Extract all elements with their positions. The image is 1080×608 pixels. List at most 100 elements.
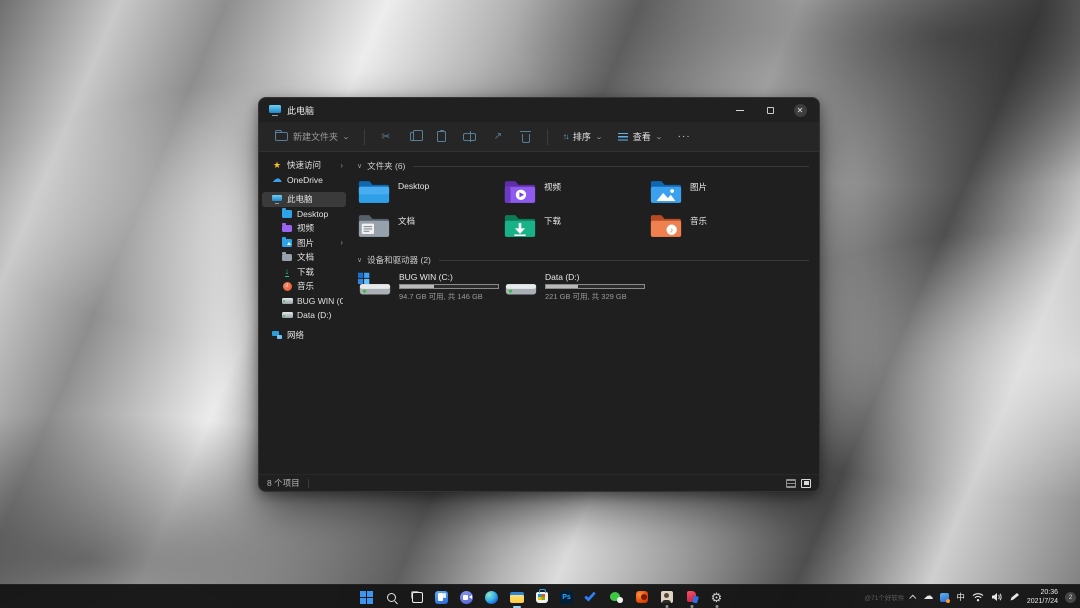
wechat-button[interactable] — [604, 585, 629, 608]
chat-button[interactable] — [454, 585, 479, 608]
sidebar-item-desktop[interactable]: Desktop — [262, 207, 346, 222]
copy-button[interactable] — [402, 127, 426, 147]
teams-chat-icon — [460, 591, 473, 604]
window-titlebar[interactable]: 此电脑 ✕ — [259, 98, 819, 122]
chevron-down-icon: ∨ — [357, 162, 362, 170]
drive-tile-d[interactable]: Data (D:) 221 GB 可用, 共 329 GB — [503, 272, 649, 302]
minimize-button[interactable] — [725, 100, 755, 120]
documents-folder-icon — [357, 212, 391, 239]
cloud-icon[interactable]: ☁ — [923, 592, 933, 602]
wechat-icon — [610, 592, 623, 603]
chevron-icon[interactable]: › — [340, 238, 343, 247]
sidebar-item-onedrive[interactable]: ☁ OneDrive — [262, 173, 346, 188]
svg-text:♪: ♪ — [670, 225, 674, 234]
folders-section-header[interactable]: ∨ 文件夹 (6) — [357, 160, 809, 172]
ime-indicator[interactable]: 中 — [956, 591, 965, 603]
view-button[interactable]: 查看 ⌄ — [612, 127, 668, 146]
sidebar-item-pictures[interactable]: 图片 › — [262, 236, 346, 251]
toolbar-divider — [364, 129, 365, 145]
check-icon — [584, 590, 596, 602]
delete-icon — [522, 134, 530, 143]
folder-tile-desktop[interactable]: Desktop — [357, 178, 503, 210]
paste-icon — [437, 131, 446, 142]
start-button[interactable] — [354, 585, 379, 608]
drive-icon — [282, 312, 293, 318]
folder-tile-documents[interactable]: 文档 — [357, 212, 503, 244]
drive-icon — [282, 298, 293, 304]
this-pc-icon — [269, 105, 281, 115]
restore-button[interactable] — [755, 100, 785, 120]
avatar-app-icon — [661, 591, 673, 603]
drives-section-header[interactable]: ∨ 设备和驱动器 (2) — [357, 254, 809, 266]
delete-button[interactable] — [514, 127, 538, 147]
desktop-folder-icon — [357, 178, 391, 205]
tray-time: 20:36 — [1027, 588, 1058, 597]
rename-button[interactable] — [458, 127, 482, 147]
store-button[interactable] — [529, 585, 554, 608]
new-folder-icon — [275, 132, 288, 141]
chevron-down-icon: ⌄ — [655, 133, 663, 141]
folder-tile-pictures[interactable]: 图片 — [649, 178, 795, 210]
new-folder-button[interactable]: 新建文件夹 ⌄ — [269, 127, 355, 146]
close-button[interactable]: ✕ — [785, 100, 815, 120]
settings-button[interactable]: ⚙ — [704, 585, 729, 608]
folder-tile-videos[interactable]: 视频 — [503, 178, 649, 210]
music-folder-icon — [283, 282, 292, 291]
sidebar-item-music[interactable]: 音乐 — [262, 279, 346, 294]
widgets-icon — [435, 591, 448, 604]
task-view-button[interactable] — [404, 585, 429, 608]
file-explorer-icon — [510, 592, 524, 603]
notification-badge[interactable]: 2 — [1065, 592, 1076, 603]
sort-button[interactable]: ↑↓ 排序 ⌄ — [557, 127, 608, 146]
sidebar-item-drive-c[interactable]: BUG WIN (C:) — [262, 294, 346, 309]
sidebar-item-this-pc[interactable]: 此电脑 — [262, 192, 346, 207]
microsoft-store-icon — [536, 592, 548, 603]
sidebar-item-videos[interactable]: 视频 — [262, 221, 346, 236]
explorer-window: 此电脑 ✕ 新建文件夹 ⌄ ✂ ↗ ↑↓ 排序 ⌄ — [258, 97, 820, 492]
items-count: 8 个项目 — [267, 477, 300, 489]
search-button[interactable] — [379, 585, 404, 608]
cut-button[interactable]: ✂ — [374, 127, 398, 147]
windows-start-icon — [360, 591, 373, 604]
check-app-button[interactable] — [579, 585, 604, 608]
chevron-up-icon[interactable] — [910, 594, 917, 601]
downloads-folder-icon — [503, 212, 537, 239]
avatar-app-button[interactable] — [654, 585, 679, 608]
status-divider — [308, 479, 309, 488]
file-explorer-button[interactable] — [504, 585, 529, 608]
clip-app-button[interactable] — [679, 585, 704, 608]
pictures-folder-icon — [282, 239, 292, 247]
sidebar-item-downloads[interactable]: ↓ 下载 — [262, 265, 346, 280]
section-divider-line — [439, 260, 809, 261]
edge-button[interactable] — [479, 585, 504, 608]
wifi-icon[interactable] — [972, 592, 984, 602]
pictures-folder-icon — [649, 178, 683, 205]
sidebar-item-network[interactable]: 网络 — [262, 328, 346, 343]
sidebar-item-quick-access[interactable]: ★ 快速访问 › — [262, 158, 346, 173]
tiles-view-icon[interactable] — [801, 479, 811, 488]
tray-date: 2021/7/24 — [1027, 597, 1058, 606]
details-view-icon[interactable] — [786, 479, 796, 488]
clock[interactable]: 20:36 2021/7/24 — [1027, 588, 1058, 607]
star-icon: ★ — [273, 160, 281, 171]
office-button[interactable] — [629, 585, 654, 608]
sidebar-item-drive-d[interactable]: Data (D:) — [262, 308, 346, 323]
share-button[interactable]: ↗ — [486, 127, 510, 147]
photoshop-button[interactable]: Ps — [554, 585, 579, 608]
office-icon — [636, 591, 648, 603]
paste-button[interactable] — [430, 127, 454, 147]
chevron-icon[interactable]: › — [340, 161, 343, 170]
downloads-folder-icon: ↓ — [285, 267, 290, 277]
view-icon — [618, 133, 628, 141]
sidebar-item-documents[interactable]: 文档 — [262, 250, 346, 265]
volume-icon[interactable] — [991, 592, 1002, 602]
videos-folder-icon — [282, 225, 292, 233]
colors-app-icon[interactable] — [940, 593, 949, 602]
more-options-button[interactable]: ··· — [672, 131, 697, 142]
drive-tile-c[interactable]: BUG WIN (C:) 94.7 GB 可用, 共 146 GB — [357, 272, 503, 302]
onedrive-cloud-icon: ☁ — [272, 175, 282, 185]
folder-tile-music[interactable]: ♪ 音乐 — [649, 212, 795, 244]
widgets-button[interactable] — [429, 585, 454, 608]
folder-tile-downloads[interactable]: 下载 — [503, 212, 649, 244]
pen-icon[interactable] — [1009, 592, 1020, 602]
